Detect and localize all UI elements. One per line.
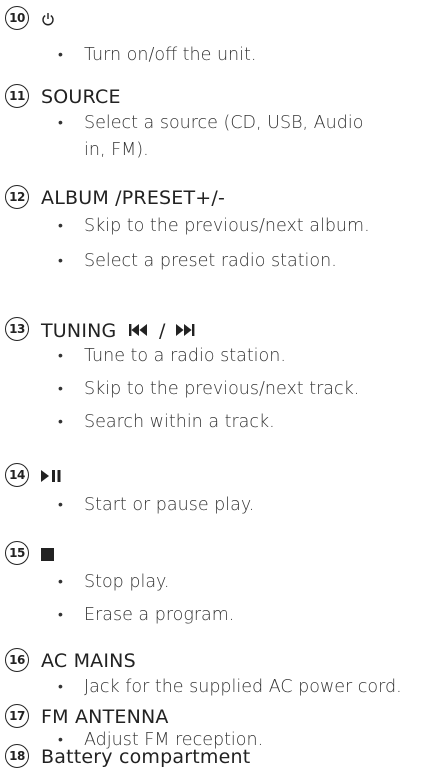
bullet: Select a preset radio station. [0, 248, 443, 275]
item-13: 13 TUNING / Tune to a radio station. [0, 315, 443, 436]
item-number: 11 [5, 84, 29, 108]
item-15: 15 Stop play. Erase a program. [0, 539, 443, 629]
item-number: 18 [5, 744, 29, 768]
item-14: 14 Start or pause play. [0, 461, 443, 519]
item-title: Battery compartment [41, 746, 251, 768]
item-17: 17 FM ANTENNA Adjust FM reception. [0, 702, 443, 754]
item-title [41, 463, 63, 490]
item-number: 14 [5, 463, 29, 487]
title-text: TUNING [41, 320, 117, 342]
item-number: 12 [5, 185, 29, 209]
bullet: Turn on/off the unit. [0, 42, 443, 69]
item-10: 10 Turn on/off the unit. [0, 4, 443, 69]
item-title [41, 541, 54, 568]
bullet: Erase a program. [0, 602, 443, 629]
item-number: 13 [5, 317, 29, 341]
previous-track-icon [128, 317, 149, 343]
bullet: Search within a track. [0, 409, 443, 436]
item-number: 15 [5, 541, 29, 565]
bullet: Jack for the supplied AC power cord. [0, 674, 443, 701]
item-16: 16 AC MAINS Jack for the supplied AC pow… [0, 646, 443, 701]
bullet: Select a source (CD, USB, Audio in, FM). [0, 110, 392, 164]
bullet: Tune to a radio station. [0, 343, 443, 370]
play-pause-icon [41, 463, 63, 489]
next-track-icon [175, 317, 196, 343]
stop-icon [41, 541, 54, 567]
bullet: Start or pause play. [0, 492, 443, 519]
item-12: 12 ALBUM /PRESET+/- Skip to the previous… [0, 183, 443, 275]
item-title: ALBUM /PRESET+/- [41, 187, 226, 209]
item-number: 17 [5, 704, 29, 728]
power-icon [41, 6, 55, 32]
item-title [41, 6, 55, 33]
item-number: 10 [5, 6, 29, 30]
title-separator: / [158, 320, 166, 342]
bullet: Stop play. [0, 569, 443, 596]
item-11: 11 SOURCE Select a source (CD, USB, Audi… [0, 82, 443, 160]
bullet: Skip to the previous/next track. [0, 376, 443, 403]
item-title: TUNING / [41, 317, 196, 344]
item-number: 16 [5, 648, 29, 672]
item-title: AC MAINS [41, 650, 136, 672]
item-title: SOURCE [41, 86, 121, 108]
item-18: 18 Battery compartment [0, 742, 443, 772]
bullet: Skip to the previous/next album. [0, 213, 443, 240]
